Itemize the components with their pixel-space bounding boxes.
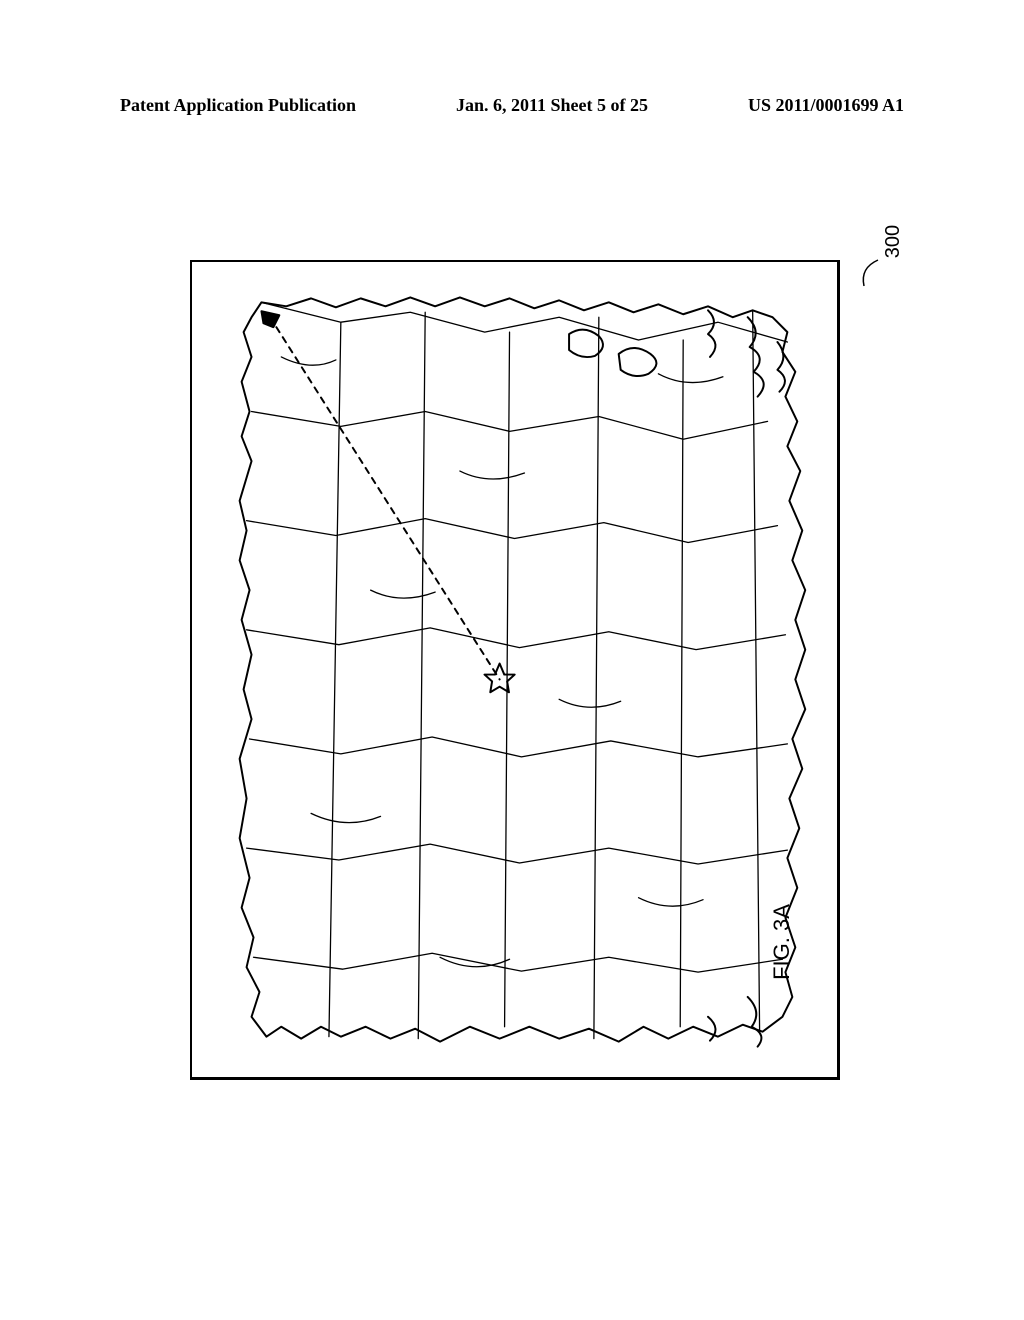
header-left: Patent Application Publication bbox=[120, 95, 356, 116]
page-header: Patent Application Publication Jan. 6, 2… bbox=[120, 95, 904, 116]
header-center: Jan. 6, 2011 Sheet 5 of 25 bbox=[456, 95, 648, 116]
us-map-outline bbox=[192, 262, 837, 1077]
figure-label: FIG. 3A bbox=[769, 904, 795, 980]
figure-container: 300 bbox=[130, 220, 900, 1120]
header-right: US 2011/0001699 A1 bbox=[748, 95, 904, 116]
reference-leader-line bbox=[856, 258, 886, 288]
reference-number-300: 300 bbox=[882, 225, 905, 258]
figure-frame bbox=[190, 260, 840, 1080]
